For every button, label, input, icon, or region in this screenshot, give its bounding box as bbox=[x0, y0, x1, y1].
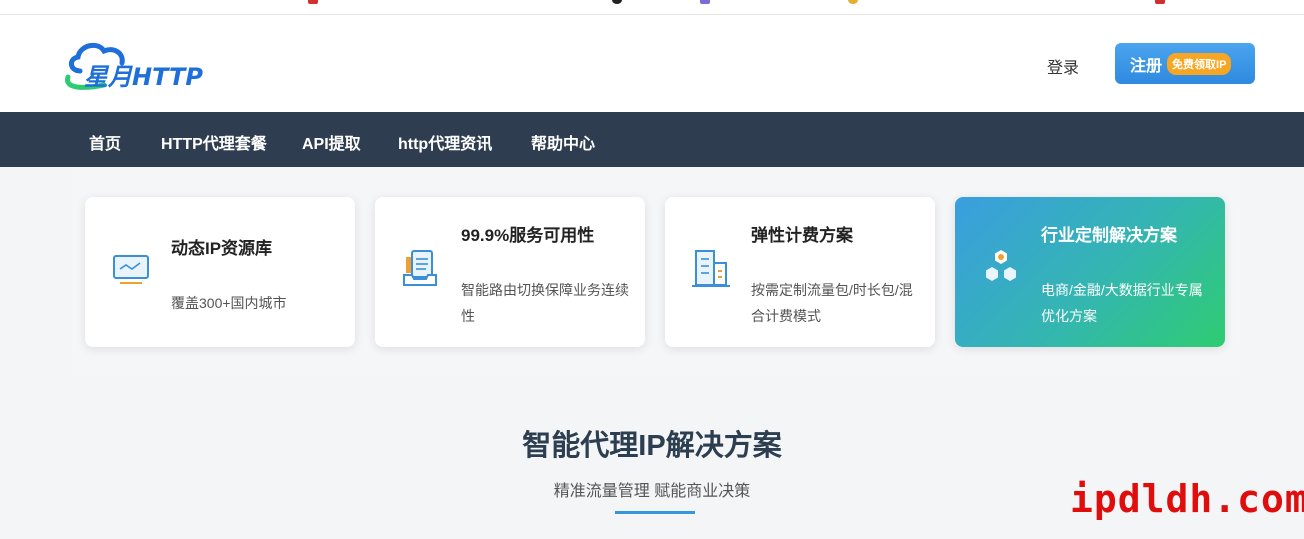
feature-card-dynamic-ip[interactable]: 动态IP资源库 覆盖300+国内城市 bbox=[85, 197, 355, 347]
feature-card-billing[interactable]: 弹性计费方案 按需定制流量包/时长包/混合计费模式 bbox=[665, 197, 935, 347]
main-nav: 首页 HTTP代理套餐 API提取 http代理资讯 帮助中心 bbox=[0, 112, 1304, 167]
logo-text: 星月HTTP bbox=[84, 63, 203, 91]
document-tray-icon bbox=[403, 250, 437, 286]
feature-card-availability[interactable]: 99.9%服务可用性 智能路由切换保障业务连续性 bbox=[375, 197, 645, 347]
feature-desc: 覆盖300+国内城市 bbox=[171, 295, 287, 311]
feature-title: 动态IP资源库 bbox=[171, 239, 273, 258]
bookmark-icon[interactable] bbox=[1155, 0, 1165, 4]
building-icon bbox=[692, 250, 730, 287]
hexagons-icon bbox=[986, 250, 1016, 281]
nav-item-http-plans[interactable]: HTTP代理套餐 bbox=[161, 130, 267, 154]
login-link[interactable]: 登录 bbox=[1047, 54, 1079, 78]
register-label: 注册 bbox=[1130, 57, 1163, 75]
section-divider bbox=[615, 511, 695, 514]
feature-desc: 智能路由切换保障业务连续性 bbox=[461, 282, 629, 324]
site-header: 星月HTTP 登录 注册 免费领取IP bbox=[0, 15, 1304, 112]
free-ip-badge: 免费领取IP bbox=[1167, 52, 1232, 75]
bookmark-icon[interactable] bbox=[848, 0, 858, 4]
nav-item-api[interactable]: API提取 bbox=[302, 130, 361, 154]
feature-title: 行业定制解决方案 bbox=[1041, 226, 1177, 245]
monitor-icon bbox=[113, 255, 149, 284]
nav-item-home[interactable]: 首页 bbox=[89, 130, 121, 154]
feature-title: 99.9%服务可用性 bbox=[461, 226, 595, 245]
nav-item-help[interactable]: 帮助中心 bbox=[531, 130, 595, 154]
site-logo[interactable]: 星月HTTP bbox=[60, 37, 220, 95]
register-button[interactable]: 注册 免费领取IP bbox=[1115, 43, 1255, 84]
feature-card-industry[interactable]: 行业定制解决方案 电商/金融/大数据行业专属优化方案 bbox=[955, 197, 1225, 347]
feature-desc: 电商/金融/大数据行业专属优化方案 bbox=[1041, 282, 1203, 324]
section-title: 智能代理IP解决方案 bbox=[522, 430, 782, 462]
feature-title: 弹性计费方案 bbox=[751, 226, 853, 245]
bookmark-icon[interactable] bbox=[308, 0, 318, 4]
features-section: 动态IP资源库 覆盖300+国内城市 99.9%服务可用性 智能路由切换保障业务… bbox=[72, 167, 1240, 375]
watermark-text: ipdldh.com bbox=[1070, 477, 1304, 521]
bookmark-icon[interactable] bbox=[612, 0, 622, 4]
feature-desc: 按需定制流量包/时长包/混合计费模式 bbox=[751, 282, 913, 324]
nav-item-news[interactable]: http代理资讯 bbox=[398, 130, 492, 154]
bookmark-icon[interactable] bbox=[700, 0, 710, 4]
browser-bookmark-strip bbox=[0, 0, 1304, 15]
